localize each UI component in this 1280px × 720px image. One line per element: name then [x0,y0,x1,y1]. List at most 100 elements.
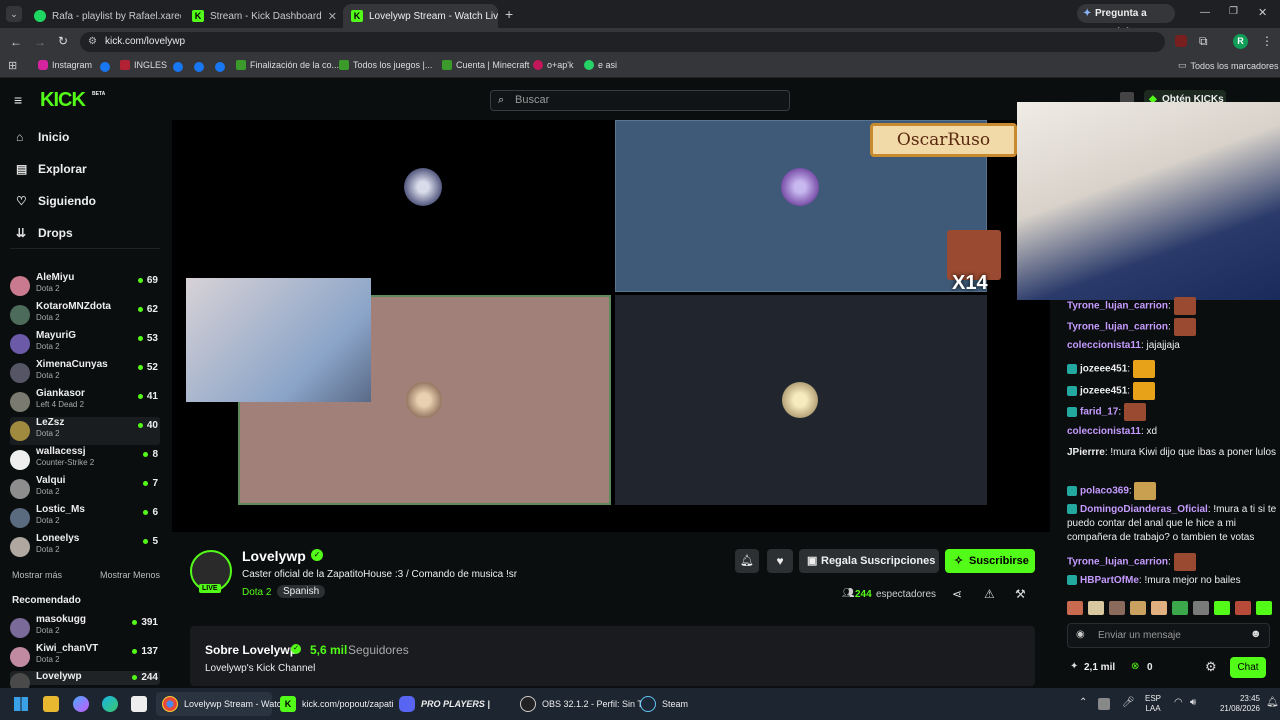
facebook-icon[interactable] [173,62,183,72]
facebook-icon[interactable] [100,62,110,72]
emote[interactable] [1172,601,1188,615]
nav-explore[interactable]: ▤ Explorar [16,162,87,176]
notifications-button[interactable]: 🔔︎ [735,549,759,573]
close-icon[interactable]: ✕ [328,10,337,23]
kicks-count[interactable]: 2,1 mil [1084,662,1115,673]
nav-home[interactable]: ⌂ Inicio [16,130,69,144]
sidebar-channel[interactable]: LeZsz Dota 2 40 [10,417,160,445]
profile-avatar[interactable]: R [1233,34,1248,49]
facebook-icon[interactable] [194,62,204,72]
new-tab-icon[interactable]: + [505,6,513,22]
hamburger-icon[interactable]: ≡ [14,92,22,108]
follow-button[interactable]: ♥ [767,549,793,573]
bookmark[interactable]: Instagram [38,60,92,70]
emote[interactable] [1193,601,1209,615]
all-bookmarks[interactable]: ▭ Todos los marcadores [1178,60,1279,71]
send-chat-button[interactable]: Chat [1230,657,1266,678]
emote[interactable] [1151,601,1167,615]
file-explorer-icon[interactable] [43,696,59,712]
language-indicator[interactable]: ESP LAA [1145,694,1161,714]
mic-icon[interactable]: 🎤︎ [1122,697,1135,708]
emote[interactable] [1130,601,1146,615]
sidebar-channel-active[interactable]: Lovelywp 244 [10,671,160,693]
windows-start-icon[interactable] [14,697,28,711]
forward-icon[interactable]: → [34,35,46,49]
show-less-link[interactable]: Mostrar Menos [100,570,160,580]
share-icon[interactable]: ⋖ [952,587,962,601]
emote[interactable] [1088,601,1104,615]
category-link[interactable]: Dota 2 [242,587,271,598]
sidebar-channel[interactable]: wallacessj Counter-Strike 28 [10,446,160,474]
gift-subs-button[interactable]: ▣ Regala Suscripciones [799,549,939,573]
nav-following[interactable]: ♡ Siguiendo [16,194,96,208]
gemini-button[interactable]: ✦ Pregunta a Gemini [1077,4,1175,38]
menu-icon[interactable]: ⋮ [1261,34,1273,48]
puzzle-icon[interactable]: ⧉ [1199,34,1208,49]
sidebar-channel[interactable]: Giankasor Left 4 Dead 2 41 [10,388,160,416]
restore-icon[interactable]: ❐ [1229,6,1238,17]
emote[interactable] [1256,601,1272,615]
chat-input[interactable]: ◉ Enviar un mensaje ☻ [1067,623,1270,648]
volume-icon[interactable]: 🔊︎ [1190,697,1196,708]
sidebar-channel[interactable]: Lostic_Ms Dota 26 [10,504,160,532]
address-bar[interactable]: ⚙ kick.com/lovelywp [80,32,1165,52]
bookmark[interactable]: o+ap'k [533,60,574,70]
bookmark[interactable]: Cuenta | Minecraft [442,60,529,70]
report-icon[interactable]: ⚠ [984,587,995,601]
taskbar-app[interactable]: Kkick.com/popout/zapati [280,692,394,716]
back-icon[interactable]: ← [10,35,22,49]
edge-icon[interactable] [102,696,118,712]
reload-icon[interactable]: ↻ [58,34,68,48]
sidebar-channel[interactable]: KotaroMNZdota Dota 2 62 [10,301,160,329]
search-input[interactable]: ⌕ Buscar [490,90,790,111]
browser-tab-active[interactable]: K Lovelywp Stream - Watch Live o ✕ [343,4,498,28]
taskbar-app[interactable]: Steam [640,692,688,716]
hero-portrait [781,168,819,206]
settings-icon[interactable]: ⚙ [1205,659,1217,675]
sidebar-channel[interactable]: Loneelys Dota 25 [10,533,160,561]
notifications-icon[interactable]: 🔔︎ [1266,697,1279,708]
close-window-icon[interactable]: ✕ [1258,6,1267,19]
minimize-icon[interactable]: — [1200,7,1210,18]
show-more-link[interactable]: Mostrar más [12,570,62,580]
store-icon[interactable] [131,696,147,712]
emote[interactable] [1235,601,1251,615]
taskbar-app-active[interactable]: Lovelywp Stream - Watc [156,692,281,716]
nav-drops[interactable]: ⇊ Drops [16,226,73,240]
subscribe-button[interactable]: ✧ Suscribirse [945,549,1035,573]
emote[interactable] [1214,601,1230,615]
points-count[interactable]: 0 [1147,662,1153,673]
browser-tab[interactable]: Rafa - playlist by Rafael.xared | ✕ [26,4,181,28]
video-player[interactable]: OscarRuso X14 [172,120,1050,532]
sidebar-channel[interactable]: AleMiyu Dota 2 69 [10,272,160,300]
browser-tab[interactable]: K Stream - Kick Dashboard ✕ [184,4,340,28]
emoji-icon[interactable]: ☻ [1250,628,1262,640]
bookmark[interactable]: INGLES [120,60,167,70]
mod-icon[interactable]: ⚒ [1015,587,1026,601]
kick-logo[interactable]: KICK [40,89,86,112]
sidebar-channel[interactable]: MayuriG Dota 2 53 [10,330,160,358]
sidebar-channel[interactable]: masokugg Dota 2 391 [10,614,160,642]
bookmark[interactable]: Finalización de la co... [236,60,339,70]
language-tag[interactable]: Spanish [277,585,326,598]
channel-name[interactable]: Lovelywp [242,548,306,564]
clock[interactable]: 23:45 21/08/2026 [1210,694,1260,714]
taskbar-app[interactable]: PRO PLAYERS | [399,692,490,716]
bookmark[interactable]: Todos los juegos |... [339,60,432,70]
emote[interactable] [1067,601,1083,615]
site-info-icon[interactable]: ⚙ [88,32,97,52]
emote[interactable] [1109,601,1125,615]
copilot-icon[interactable] [73,696,89,712]
tray-app-icon[interactable] [1098,698,1110,710]
facebook-icon[interactable] [215,62,225,72]
bookmark[interactable]: e asi [584,60,617,70]
sidebar-channel[interactable]: Valqui Dota 27 [10,475,160,503]
sidebar-channel[interactable]: XimenaCunyas Dota 2 52 [10,359,160,387]
wifi-icon[interactable]: ◠ [1174,697,1183,708]
sidebar-channel[interactable]: Kiwi_chanVT Dota 2 137 [10,643,160,671]
apps-grid-icon[interactable]: ⊞ [8,59,17,72]
extension-icon[interactable] [1175,35,1187,47]
tray-chevron-icon[interactable]: ⌃ [1079,697,1087,708]
tab-search-button[interactable]: ⌄ [6,6,22,22]
taskbar-app[interactable]: OBS 32.1.2 - Perfil: Sin Tí [520,692,645,716]
